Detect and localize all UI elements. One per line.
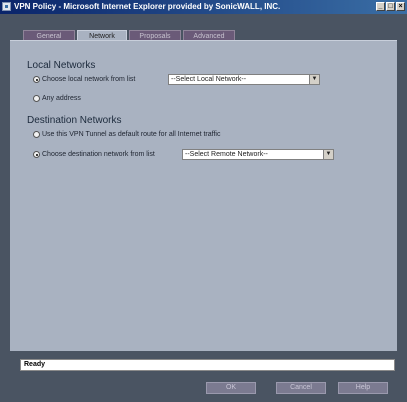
destination-choose-from-list-option[interactable]: Choose destination network from list	[33, 151, 155, 158]
local-choose-from-list-option[interactable]: Choose local network from list	[33, 76, 135, 83]
chevron-down-icon[interactable]: ▼	[323, 150, 333, 159]
destination-default-radio[interactable]	[33, 131, 40, 138]
destination-default-route-option[interactable]: Use this VPN Tunnel as default route for…	[33, 131, 220, 138]
local-network-select-value: --Select Local Network--	[171, 76, 247, 83]
status-text: Ready	[24, 361, 46, 368]
minimize-button[interactable]: _	[376, 2, 385, 11]
local-network-select[interactable]: --Select Local Network-- ▼	[168, 74, 320, 85]
window-controls: _ □ ×	[376, 2, 405, 11]
remote-network-select[interactable]: --Select Remote Network-- ▼	[182, 149, 334, 160]
local-choose-radio[interactable]	[33, 76, 40, 83]
local-any-label: Any address	[42, 95, 81, 102]
ok-button[interactable]: OK	[206, 382, 256, 394]
destination-default-label: Use this VPN Tunnel as default route for…	[42, 131, 221, 138]
maximize-button[interactable]: □	[386, 2, 395, 11]
destination-choose-radio[interactable]	[33, 151, 40, 158]
local-any-radio[interactable]	[33, 95, 40, 102]
title-bar: VPN Policy - Microsoft Internet Explorer…	[0, 0, 407, 14]
remote-network-select-value: --Select Remote Network--	[185, 151, 268, 158]
network-panel	[10, 40, 397, 351]
window-title: VPN Policy - Microsoft Internet Explorer…	[14, 2, 281, 11]
status-bar: Ready	[20, 359, 395, 371]
destination-networks-heading: Destination Networks	[27, 115, 122, 126]
destination-choose-label: Choose destination network from list	[42, 151, 155, 158]
cancel-button[interactable]: Cancel	[276, 382, 326, 394]
browser-icon	[2, 2, 11, 11]
chevron-down-icon[interactable]: ▼	[309, 75, 319, 84]
local-choose-label: Choose local network from list	[42, 76, 136, 83]
help-button[interactable]: Help	[338, 382, 388, 394]
local-networks-heading: Local Networks	[27, 60, 96, 71]
local-any-address-option[interactable]: Any address	[33, 95, 81, 102]
close-button[interactable]: ×	[396, 2, 405, 11]
